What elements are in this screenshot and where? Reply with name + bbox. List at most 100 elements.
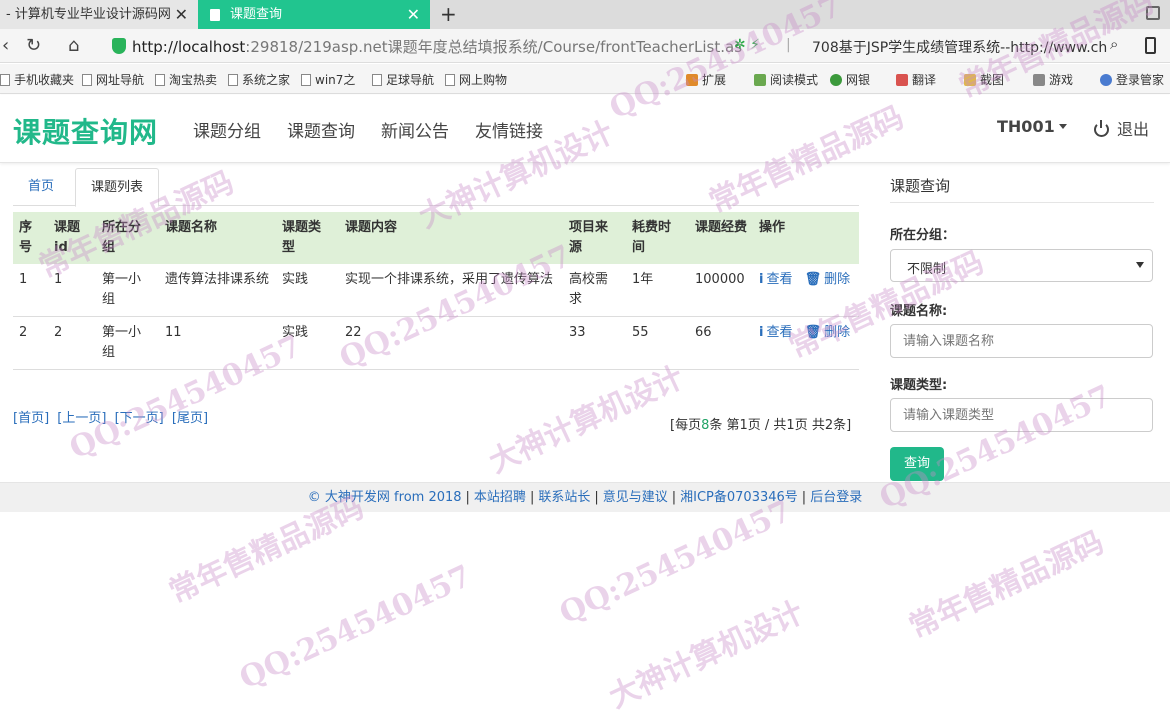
url-field[interactable]: http://localhost:29818/219asp.net课题年度总结填…	[132, 36, 742, 57]
address-divider: |	[786, 37, 791, 53]
address-bar: ‹ ↻ ⌂ http://localhost:29818/219asp.net课…	[0, 29, 1170, 63]
user-menu[interactable]: TH001	[997, 117, 1067, 136]
toolbar-reading-mode[interactable]: 阅读模式	[754, 71, 818, 88]
security-shield-icon[interactable]	[112, 38, 126, 54]
col-header-actions: 操作	[753, 212, 859, 264]
cell-topic-type: 实践	[276, 316, 339, 370]
site-footer: © 大神开发网 from 2018 | 本站招聘 | 联系站长 | 意见与建议 | 湘ICP备0…	[0, 482, 1170, 512]
view-link[interactable]: i 查看	[759, 272, 792, 287]
info-icon: i	[759, 272, 764, 287]
back-icon[interactable]: ‹	[2, 35, 9, 56]
trash-icon: 🗑	[804, 272, 822, 287]
toolbar-translate[interactable]: 翻译	[896, 71, 936, 88]
nav-topic-query[interactable]: 课题查询	[287, 117, 355, 142]
nav-friend-links[interactable]: 友情链接	[475, 117, 543, 142]
group-select-value: 不限制	[907, 262, 947, 277]
cell-topic-id: 2	[48, 316, 96, 370]
bookmark-url-nav[interactable]: 网址导航	[82, 71, 144, 88]
pager-next[interactable]: [下一页]	[115, 411, 164, 426]
chevron-down-icon	[1136, 262, 1144, 268]
table-row: 1 1 第一小组 遗传算法排课系统 实践 实现一个排课系统，采用了遗传算法 高校…	[13, 264, 859, 317]
table-row: 2 2 第一小组 11 实践 22 33 55 66 i 查看 🗑 删除	[13, 316, 859, 370]
bookmark-system-home[interactable]: 系统之家	[228, 71, 290, 88]
chevron-down-icon	[1058, 124, 1067, 129]
current-page: 1	[739, 418, 748, 433]
extensions-icon	[686, 74, 698, 86]
group-select[interactable]: 不限制	[890, 249, 1153, 282]
new-tab-button[interactable]: +	[440, 2, 457, 26]
logout-button[interactable]: 退出	[1094, 116, 1149, 140]
translate-icon	[896, 74, 908, 86]
footer-separator: |	[465, 490, 470, 505]
delete-link[interactable]: 🗑 删除	[805, 272, 851, 287]
nav-topic-groups[interactable]: 课题分组	[193, 117, 261, 142]
key-icon	[1100, 74, 1112, 86]
toolbar-games[interactable]: 游戏	[1033, 71, 1073, 88]
toolbar-screenshot[interactable]: 截图	[964, 71, 1004, 88]
footer-link-contact[interactable]: 联系站长	[538, 490, 590, 505]
group-label: 所在分组：	[890, 228, 956, 243]
bookmark-icon	[301, 74, 311, 86]
footer-link-feedback[interactable]: 意见与建议	[603, 490, 668, 505]
power-icon	[1094, 120, 1109, 137]
footer-separator: |	[671, 490, 677, 505]
bookmark-win7[interactable]: win7之	[301, 71, 355, 88]
search-suggestion[interactable]: 708基于JSP学生成绩管理系统--http://www.ch	[812, 37, 1107, 57]
site-brand[interactable]: 课题查询网	[13, 111, 158, 151]
gamepad-icon	[1033, 74, 1045, 86]
col-header-topic-content: 课题内容	[339, 212, 563, 264]
toolbar-online-bank[interactable]: 网银	[830, 71, 870, 88]
search-button[interactable]: 查询	[890, 447, 944, 481]
reload-icon[interactable]: ↻	[26, 35, 41, 56]
view-link[interactable]: i 查看	[759, 325, 792, 340]
bookmark-taobao[interactable]: 淘宝热卖	[155, 71, 217, 88]
username: TH001	[997, 117, 1055, 136]
watermark-text: 常年售精品源码	[903, 524, 1110, 646]
cell-group: 第一小组	[96, 264, 159, 317]
pager-prev[interactable]: [上一页]	[57, 411, 106, 426]
toolbar-extensions[interactable]: 扩展	[686, 71, 726, 88]
tab-home[interactable]: 首页	[13, 168, 69, 206]
bookmark-football-nav[interactable]: 足球导航	[372, 71, 434, 88]
toolbar-login-manager[interactable]: 登录管家	[1100, 71, 1164, 88]
bookmark-online-shopping[interactable]: 网上购物	[445, 71, 507, 88]
topic-type-input[interactable]	[890, 398, 1153, 432]
bookmark-icon	[155, 74, 165, 86]
topic-name-input[interactable]	[890, 324, 1153, 358]
footer-copyright[interactable]: © 大神开发网 from 2018	[308, 490, 462, 505]
pager-first[interactable]: [首页]	[13, 411, 49, 426]
page-info: [每页8条 第1页 / 共1页 共2条]	[670, 418, 852, 433]
close-icon[interactable]: ✕	[407, 0, 420, 29]
watermark-text: QQ:254540457	[234, 558, 477, 697]
search-icon[interactable]: ⌕	[1110, 35, 1118, 53]
cell-group: 第一小组	[96, 316, 159, 370]
delete-link[interactable]: 🗑 删除	[805, 325, 851, 340]
cell-index: 1	[13, 264, 48, 317]
footer-link-admin-login[interactable]: 后台登录	[810, 490, 862, 505]
bookmark-mobile-favorites[interactable]: 手机收藏夹	[0, 71, 74, 88]
info-icon: i	[759, 325, 764, 340]
cell-actions: i 查看 🗑 删除	[753, 316, 859, 370]
footer-separator: |	[801, 490, 807, 505]
topic-table: 序号 课题id 所在分组 课题名称 课题类型 课题内容 项目来源 耗费时间 课题…	[13, 212, 859, 370]
tab-topic-list[interactable]: 课题列表	[75, 168, 160, 207]
phone-icon[interactable]	[1145, 37, 1156, 54]
lightning-icon[interactable]: ✲ ⚡	[734, 37, 760, 53]
browser-tab-active[interactable]: 课题查询 ✕	[198, 0, 430, 29]
nav-news[interactable]: 新闻公告	[381, 117, 449, 142]
cell-topic-type: 实践	[276, 264, 339, 317]
home-icon[interactable]: ⌂	[68, 35, 79, 56]
browser-tab-source-site[interactable]: - 计算机专业毕业设计源码网 ✕	[0, 0, 198, 29]
footer-link-jobs[interactable]: 本站招聘	[474, 490, 526, 505]
cell-index: 2	[13, 316, 48, 370]
watermark-text: 大神计算机设计	[603, 594, 810, 716]
skin-icon[interactable]	[1146, 6, 1160, 20]
scissors-icon	[964, 74, 976, 86]
footer-link-icp[interactable]: 湘ICP备0703346号	[680, 490, 798, 505]
pager-last[interactable]: [尾页]	[172, 411, 208, 426]
pagination: [首页] [上一页] [下一页] [尾页]	[13, 407, 212, 426]
content-tabs: 首页 课题列表	[13, 168, 859, 207]
col-header-time-spent: 耗费时间	[626, 212, 689, 264]
sidebar-title: 课题查询	[890, 177, 951, 195]
close-icon[interactable]: ✕	[175, 0, 188, 29]
